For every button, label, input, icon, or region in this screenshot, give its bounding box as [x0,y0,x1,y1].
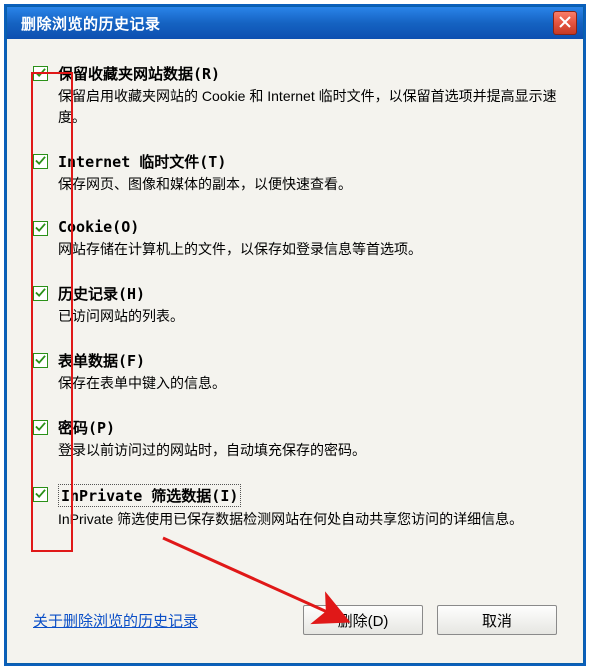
option-description: 登录以前访问过的网站时，自动填充保存的密码。 [58,440,557,461]
option-text: 表单数据(F)保存在表单中键入的信息。 [58,350,557,394]
option-label[interactable]: Internet 临时文件(T) [58,151,226,172]
option-text: InPrivate 筛选数据(I)InPrivate 筛选使用已保存数据检测网站… [58,484,557,530]
check-icon [35,220,46,238]
dialog-window: 删除浏览的历史记录 保留收藏夹网站数据(R)保留启用收藏夹网站的 Cookie … [6,6,584,664]
button-row: 删除(D) 取消 [303,605,557,635]
checkbox[interactable] [33,221,48,236]
option-text: 密码(P)登录以前访问过的网站时，自动填充保存的密码。 [58,417,557,461]
delete-button[interactable]: 删除(D) [303,605,423,635]
option-label[interactable]: 表单数据(F) [58,350,145,371]
check-icon [35,352,46,370]
option-label[interactable]: 保留收藏夹网站数据(R) [58,63,220,84]
option-label[interactable]: Cookie(O) [58,218,139,236]
option-row: 保留收藏夹网站数据(R)保留启用收藏夹网站的 Cookie 和 Internet… [33,63,557,128]
option-description: InPrivate 筛选使用已保存数据检测网站在何处自动共享您访问的详细信息。 [58,509,557,530]
check-icon [35,153,46,171]
option-row: InPrivate 筛选数据(I)InPrivate 筛选使用已保存数据检测网站… [33,484,557,530]
option-description: 已访问网站的列表。 [58,306,557,327]
option-description: 保存在表单中键入的信息。 [58,373,557,394]
option-text: Internet 临时文件(T)保存网页、图像和媒体的副本，以便快速查看。 [58,151,557,195]
checkbox[interactable] [33,420,48,435]
option-row: Internet 临时文件(T)保存网页、图像和媒体的副本，以便快速查看。 [33,151,557,195]
option-text: 历史记录(H)已访问网站的列表。 [58,283,557,327]
option-label[interactable]: InPrivate 筛选数据(I) [58,484,241,507]
option-description: 网站存储在计算机上的文件，以保存如登录信息等首选项。 [58,239,557,260]
option-text: Cookie(O) 网站存储在计算机上的文件，以保存如登录信息等首选项。 [58,218,557,260]
option-row: Cookie(O) 网站存储在计算机上的文件，以保存如登录信息等首选项。 [33,218,557,260]
option-label[interactable]: 密码(P) [58,417,115,438]
option-description: 保存网页、图像和媒体的副本，以便快速查看。 [58,174,557,195]
close-icon [559,15,571,32]
dialog-footer: 关于删除浏览的历史记录 删除(D) 取消 [33,605,557,635]
option-row: 表单数据(F)保存在表单中键入的信息。 [33,350,557,394]
check-icon [35,285,46,303]
about-link[interactable]: 关于删除浏览的历史记录 [33,610,198,631]
option-text: 保留收藏夹网站数据(R)保留启用收藏夹网站的 Cookie 和 Internet… [58,63,557,128]
window-title: 删除浏览的历史记录 [21,13,161,34]
option-description: 保留启用收藏夹网站的 Cookie 和 Internet 临时文件，以保留首选项… [58,86,557,128]
check-icon [35,419,46,437]
checkbox[interactable] [33,286,48,301]
titlebar: 删除浏览的历史记录 [7,7,583,39]
close-button[interactable] [553,11,577,35]
option-label[interactable]: 历史记录(H) [58,283,145,304]
checkbox[interactable] [33,66,48,81]
cancel-button[interactable]: 取消 [437,605,557,635]
check-icon [35,65,46,83]
check-icon [35,486,46,504]
checkbox[interactable] [33,353,48,368]
option-row: 密码(P)登录以前访问过的网站时，自动填充保存的密码。 [33,417,557,461]
checkbox[interactable] [33,487,48,502]
checkbox[interactable] [33,154,48,169]
dialog-content: 保留收藏夹网站数据(R)保留启用收藏夹网站的 Cookie 和 Internet… [7,39,583,663]
option-row: 历史记录(H)已访问网站的列表。 [33,283,557,327]
